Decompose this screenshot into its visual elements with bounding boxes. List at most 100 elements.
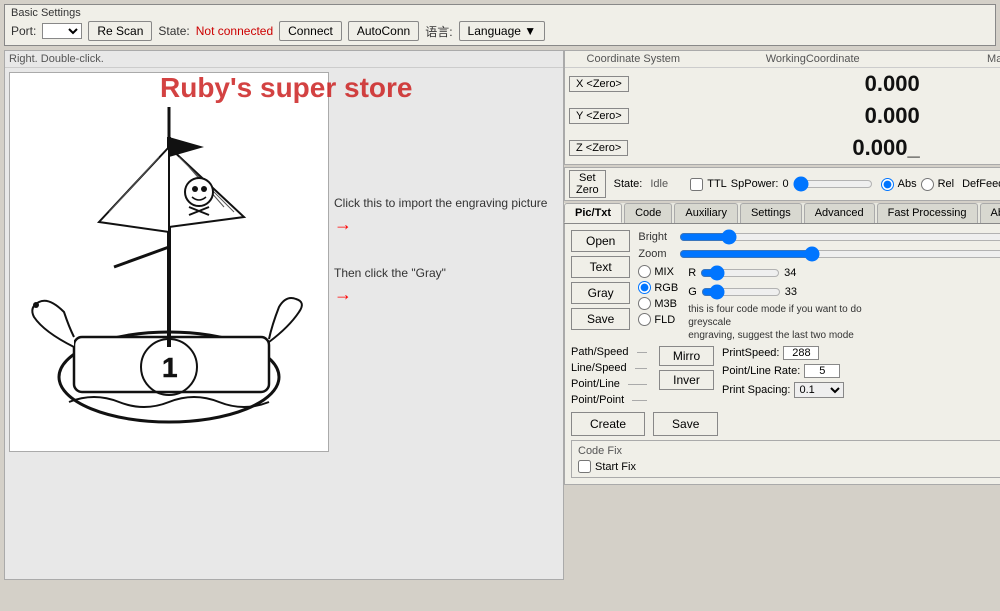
tab-fast-processing[interactable]: Fast Processing <box>877 203 978 223</box>
g-value: 33 <box>785 286 797 298</box>
basic-settings-title: Basic Settings <box>11 7 989 19</box>
zoom-label: Zoom <box>638 248 673 260</box>
rel-label: Rel <box>938 178 955 190</box>
start-fix-checkbox[interactable] <box>578 460 591 473</box>
sp-power-slider[interactable] <box>793 177 873 191</box>
coord-row-x: X <Zero> 0.000 0.000 <box>565 68 1000 101</box>
coordinate-table: Coordinate System WorkingCoordinate Mach… <box>565 51 1000 164</box>
state-value: Not connected <box>196 24 273 38</box>
m3b-label: M3B <box>654 298 677 310</box>
pic-action-buttons: Open Text Gray Save <box>571 230 630 342</box>
tab-advanced[interactable]: Advanced <box>804 203 875 223</box>
coord-row-y: Y <Zero> 0.000 0.000 <box>565 100 1000 132</box>
rgb-radio[interactable] <box>638 281 651 294</box>
machine-coord-header: MachineCoordinate <box>924 51 1000 68</box>
rgb-label: RGB <box>654 282 678 294</box>
working-coord-header: WorkingCoordinate <box>702 51 924 68</box>
x-working-value: 0.000 <box>702 68 924 101</box>
x-zero-button[interactable]: X <Zero> <box>569 76 629 92</box>
r-label: R <box>688 267 696 279</box>
canvas-hint: Right. Double-click. <box>5 51 563 68</box>
create-button[interactable]: Create <box>571 412 645 436</box>
def-feed-label: DefFeed: <box>962 178 1000 190</box>
rgb-values: R 34 G 33 <box>688 265 868 342</box>
y-machine-value: 0.000 <box>924 100 1000 132</box>
bright-slider[interactable] <box>679 230 1000 244</box>
code-fix-title: Code Fix <box>578 445 1000 457</box>
y-zero-button[interactable]: Y <Zero> <box>569 108 629 124</box>
connect-button[interactable]: Connect <box>279 21 342 41</box>
text-button[interactable]: Text <box>571 256 630 278</box>
tab-settings[interactable]: Settings <box>740 203 802 223</box>
svg-text:1: 1 <box>162 352 178 383</box>
sp-power-label: SpPower: <box>731 178 779 190</box>
language-button[interactable]: Language ▼ <box>459 21 546 41</box>
abs-radio[interactable] <box>881 178 894 191</box>
mirro-button[interactable]: Mirro <box>659 346 714 366</box>
right-panel: Coordinate System WorkingCoordinate Mach… <box>564 50 1000 580</box>
canvas-area: Right. Double-click. <box>4 50 564 580</box>
point-point-label: Point/Point <box>571 394 624 406</box>
coord-row-z: Z <Zero> 0.000_ 0.000 <box>565 132 1000 164</box>
point-line-rate-input[interactable] <box>804 364 840 378</box>
state-bar-label: State: <box>614 178 643 190</box>
tab-pic-txt[interactable]: Pic/Txt <box>564 203 622 223</box>
mode-radio-group: MIX RGB M3B <box>638 265 678 342</box>
print-speed-input[interactable] <box>783 346 819 360</box>
annotation-import: Click this to import the engraving pictu… <box>334 195 547 235</box>
y-working-value: 0.000 <box>702 100 924 132</box>
create-save-row: Create Save <box>571 412 1000 436</box>
set-zero-button[interactable]: Set Zero <box>569 170 606 198</box>
save-main-button[interactable]: Save <box>653 412 718 436</box>
port-label: Port: <box>11 24 36 38</box>
open-button[interactable]: Open <box>571 230 630 252</box>
tab-about[interactable]: About <box>980 203 1000 223</box>
inver-button[interactable]: Inver <box>659 370 714 390</box>
z-working-value: 0.000_ <box>702 132 924 164</box>
fld-radio[interactable] <box>638 313 651 326</box>
start-fix-label: Start Fix <box>595 461 636 473</box>
print-speed-label: PrintSpeed: <box>722 347 779 359</box>
tab-auxiliary[interactable]: Auxiliary <box>674 203 738 223</box>
print-spacing-select[interactable]: 0.1 0.2 0.5 <box>794 382 844 398</box>
sp-power-value: 0 <box>783 178 789 190</box>
g-label: G <box>688 286 697 298</box>
save-pic-button[interactable]: Save <box>571 308 630 330</box>
fld-label: FLD <box>654 314 675 326</box>
line-speed-label: Line/Speed <box>571 362 627 374</box>
speed-section: Path/Speed Line/Speed Point/Line Po <box>571 346 1000 406</box>
zoom-slider[interactable] <box>679 247 1000 261</box>
abs-label: Abs <box>898 178 917 190</box>
state-bar-value: Idle <box>650 178 668 190</box>
state-bar: Set Zero State: Idle TTL SpPower: 0 Abs … <box>564 167 1000 201</box>
ttl-label: TTL <box>707 178 727 190</box>
code-fix-section: Code Fix Start Fix <box>571 440 1000 478</box>
point-line-rate-label: Point/Line Rate: <box>722 365 800 377</box>
bright-label: Bright <box>638 231 673 243</box>
point-line-label: Point/Line <box>571 378 620 390</box>
ttl-checkbox[interactable] <box>690 178 703 191</box>
mirro-inver-group: Mirro Inver <box>659 346 714 406</box>
g-slider[interactable] <box>701 284 781 300</box>
z-machine-value: 0.000 <box>924 132 1000 164</box>
canvas-image[interactable]: 1 <box>9 72 329 452</box>
mix-radio[interactable] <box>638 265 651 278</box>
tooltip-annotation: this is four code mode if you want to do… <box>688 303 868 342</box>
z-zero-button[interactable]: Z <Zero> <box>569 140 628 156</box>
rescan-button[interactable]: Re Scan <box>88 21 152 41</box>
basic-settings-panel: Basic Settings Port: Re Scan State: Not … <box>4 4 996 46</box>
print-settings: PrintSpeed: Point/Line Rate: Print Spaci… <box>722 346 844 406</box>
tab-content-pic-txt: Open Text Gray Save Bright 1 <box>564 224 1000 485</box>
autoconn-button[interactable]: AutoConn <box>348 21 419 41</box>
lang-label: 语言: <box>425 23 452 40</box>
rel-radio[interactable] <box>921 178 934 191</box>
x-machine-value: 0.000 <box>924 68 1000 101</box>
ship-svg: 1 <box>14 77 324 447</box>
m3b-radio[interactable] <box>638 297 651 310</box>
port-select[interactable] <box>42 23 82 39</box>
gray-button[interactable]: Gray <box>571 282 630 304</box>
pic-controls: Bright 1 Zoom 0.6 <box>638 230 1000 342</box>
tab-code[interactable]: Code <box>624 203 672 223</box>
tabs-bar: Pic/Txt Code Auxiliary Settings Advanced… <box>564 203 1000 224</box>
r-slider[interactable] <box>700 265 780 281</box>
